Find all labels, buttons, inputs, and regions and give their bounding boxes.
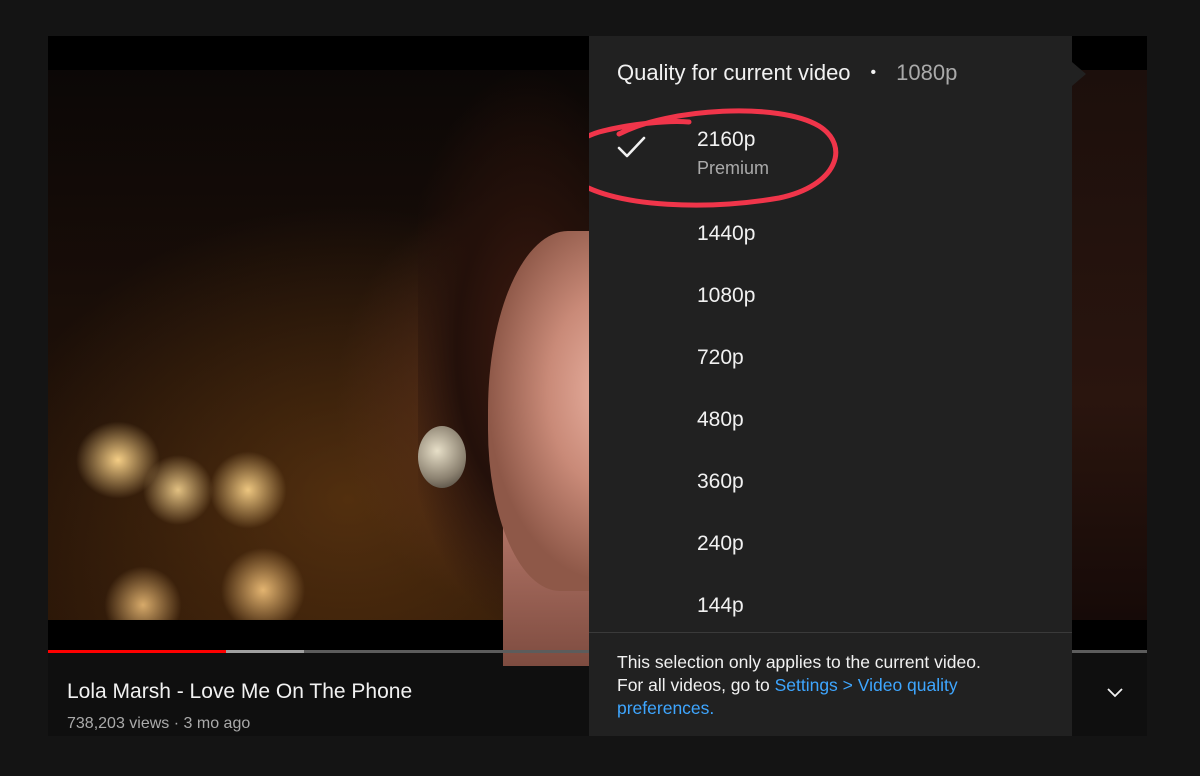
- quality-option-360p[interactable]: 360p: [589, 454, 1072, 516]
- view-count: 738,203 views: [67, 715, 170, 732]
- quality-menu: Quality for current video • 1080p 2160p …: [589, 36, 1072, 736]
- quality-option-label: 360p: [697, 470, 744, 493]
- progress-played: [48, 650, 227, 653]
- quality-option-label: 240p: [697, 532, 744, 555]
- quality-menu-title: Quality for current video: [617, 60, 851, 85]
- quality-option-label: 144p: [697, 594, 744, 617]
- header-dot: •: [870, 64, 877, 81]
- quality-option-480p[interactable]: 480p: [589, 392, 1072, 454]
- quality-option-240p[interactable]: 240p: [589, 516, 1072, 578]
- quality-menu-footer: This selection only applies to the curre…: [589, 632, 1072, 736]
- quality-option-1080p[interactable]: 1080p: [589, 268, 1072, 330]
- quality-option-label: 720p: [697, 346, 744, 369]
- quality-option-144p[interactable]: 144p: [589, 578, 1072, 640]
- quality-option-label: 1440p: [697, 222, 756, 245]
- premium-sublabel: Premium: [697, 158, 770, 178]
- quality-option-label: 1080p: [697, 284, 756, 307]
- quality-option-1440p[interactable]: 1440p: [589, 206, 1072, 268]
- footer-line-1: This selection only applies to the curre…: [617, 652, 981, 672]
- meta-separator: ·: [173, 715, 180, 732]
- upload-age: 3 mo ago: [183, 715, 251, 732]
- video-right-edge: [1072, 70, 1147, 620]
- video-subject-earring: [418, 426, 466, 488]
- quality-menu-header: Quality for current video • 1080p: [617, 60, 1052, 86]
- quality-options: 2160p Premium 1440p 1080p 720p 480p 360p…: [589, 108, 1072, 640]
- menu-pointer: [1072, 62, 1086, 86]
- video-meta: 738,203 views · 3 mo ago: [67, 715, 250, 733]
- current-quality: 1080p: [896, 60, 958, 85]
- chevron-down-icon[interactable]: [1105, 683, 1125, 703]
- footer-line-2-prefix: For all videos, go to: [617, 675, 775, 695]
- check-icon: [617, 136, 646, 158]
- quality-option-2160p[interactable]: 2160p Premium: [589, 108, 1072, 208]
- quality-option-label: 480p: [697, 408, 744, 431]
- quality-option-720p[interactable]: 720p: [589, 330, 1072, 392]
- quality-option-label: 2160p: [697, 128, 756, 151]
- footer-note: This selection only applies to the curre…: [617, 651, 1057, 720]
- video-title: Lola Marsh - Love Me On The Phone: [67, 680, 413, 703]
